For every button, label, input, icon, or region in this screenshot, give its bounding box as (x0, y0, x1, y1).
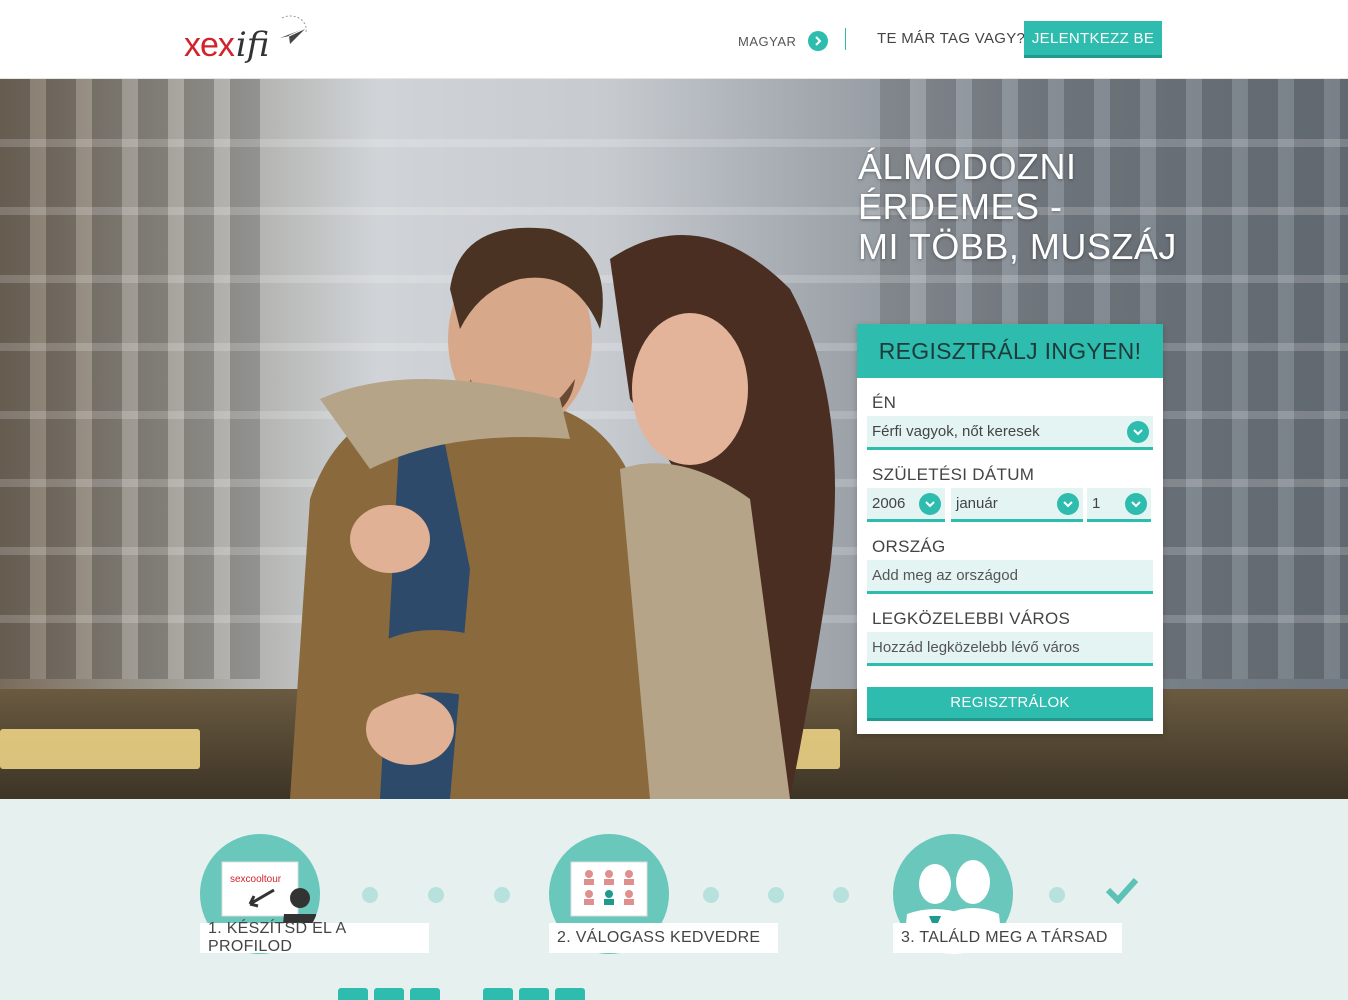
birth-year-select[interactable]: 2006 (867, 488, 945, 522)
iam-label: ÉN (872, 393, 897, 412)
birth-day-value: 1 (1092, 495, 1101, 512)
registration-heading: REGISZTRÁLJ INGYEN! (857, 324, 1163, 378)
member-counter (483, 988, 585, 1000)
logo-ifi: ifi (235, 25, 270, 65)
birth-month-value: január (956, 495, 998, 512)
chevron-right-icon (808, 31, 829, 51)
chevron-down-icon (1125, 493, 1147, 515)
country-label: ORSZÁG (872, 537, 946, 556)
city-placeholder: Hozzád legközelebb lévő város (872, 639, 1080, 656)
step-connector-dot (768, 887, 784, 903)
step-label: 1. KÉSZÍTSD EL A PROFILOD (200, 920, 429, 955)
chevron-down-icon (1057, 493, 1079, 515)
chevron-down-icon (919, 493, 941, 515)
city-label: LEGKÖZELEBBI VÁROS (872, 609, 1071, 628)
hero-title: ÁLMODOZNI ÉRDEMES - MI TÖBB, MUSZÁJ (858, 147, 1177, 267)
step-label: 3. TALÁLD MEG A TÁRSAD (893, 923, 1122, 953)
header: xex ifi MAGYAR TE MÁR TAG VAGY? JELENTKE… (0, 0, 1348, 79)
member-question: TE MÁR TAG VAGY? (877, 30, 1026, 47)
country-placeholder: Add meg az országod (872, 567, 1018, 584)
header-divider (845, 28, 846, 50)
country-input[interactable]: Add meg az országod (867, 560, 1153, 594)
logo[interactable]: xex ifi (184, 12, 307, 65)
member-counter (338, 988, 440, 1000)
step-connector-dot (428, 887, 444, 903)
login-button[interactable]: JELENTKEZZ BE (1024, 21, 1162, 58)
iam-select[interactable]: Férfi vagyok, nőt keresek (867, 416, 1153, 450)
step-screen-brand: sexcooltour (230, 874, 282, 885)
birthdate-label: SZÜLETÉSI DÁTUM (872, 465, 1035, 484)
language-label: MAGYAR (738, 33, 797, 49)
step-connector-dot (833, 887, 849, 903)
checkmark-icon (1105, 877, 1139, 904)
step-connector-dot (703, 887, 719, 903)
hero-title-line: MI TÖBB, MUSZÁJ (858, 226, 1177, 267)
step-connector-dot (1049, 887, 1065, 903)
hero-title-line: ÁLMODOZNI (858, 146, 1077, 187)
hero-title-line: ÉRDEMES - (858, 186, 1063, 227)
registration-panel: REGISZTRÁLJ INGYEN! ÉN Férfi vagyok, nőt… (857, 324, 1163, 734)
paper-plane-icon (280, 15, 307, 44)
logo-xex: xex (184, 26, 235, 64)
background-light (0, 729, 200, 769)
birth-day-select[interactable]: 1 (1087, 488, 1151, 522)
register-button[interactable]: REGISZTRÁLOK (867, 687, 1153, 721)
step-connector-dot (362, 887, 378, 903)
couple-photo (290, 227, 835, 799)
language-selector[interactable]: MAGYAR (738, 31, 829, 51)
birth-month-select[interactable]: január (951, 488, 1083, 522)
city-input[interactable]: Hozzád legközelebb lévő város (867, 632, 1153, 666)
step-connector-dot (494, 887, 510, 903)
iam-value: Férfi vagyok, nőt keresek (872, 423, 1040, 440)
step-label: 2. VÁLOGASS KEDVEDRE (549, 923, 778, 953)
chevron-down-icon (1127, 421, 1149, 443)
birth-year-value: 2006 (872, 495, 906, 512)
